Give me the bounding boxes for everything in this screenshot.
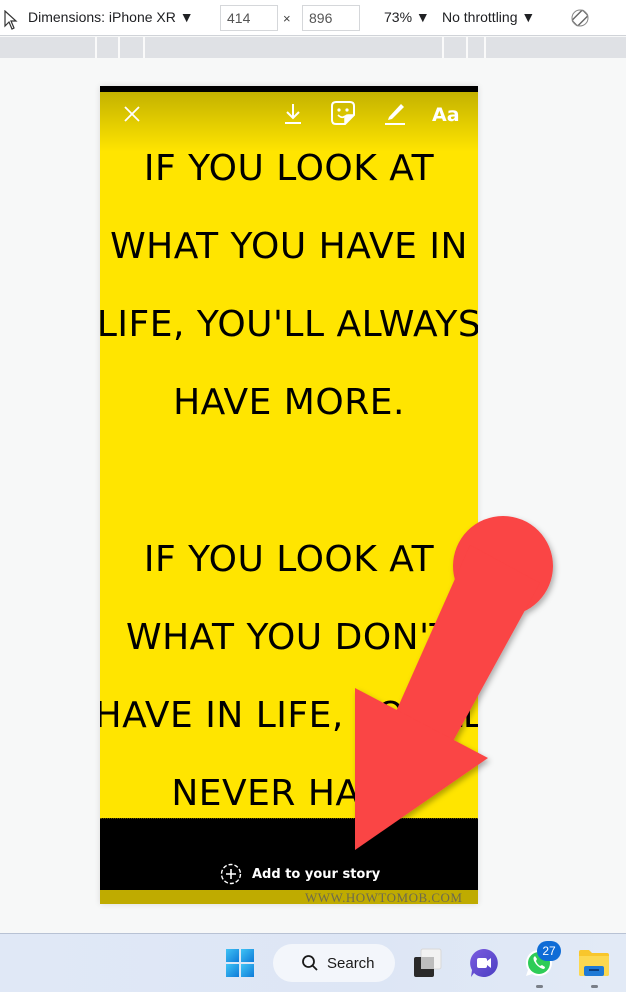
- video-chat-app-icon[interactable]: [468, 947, 500, 979]
- width-input[interactable]: [220, 5, 278, 31]
- dimensions-dropdown[interactable]: Dimensions: iPhone XR ▼: [28, 9, 194, 25]
- running-indicator: [591, 985, 598, 988]
- device-viewport: Aa IF YOU LOOK AT WHAT YOU HAVE IN LIFE,…: [100, 86, 478, 904]
- search-icon: [302, 955, 318, 971]
- taskbar-search[interactable]: Search: [273, 944, 395, 982]
- file-explorer-icon[interactable]: [578, 948, 610, 978]
- whatsapp-notification-badge: 27: [537, 941, 561, 961]
- quote-line: NEVER HAVE: [171, 773, 407, 814]
- throttling-dropdown[interactable]: No throttling ▼: [442, 9, 535, 25]
- add-to-story-label: Add to your story: [252, 866, 381, 882]
- running-indicator: [536, 985, 543, 988]
- windows-start-icon[interactable]: [225, 948, 255, 978]
- add-to-story-button[interactable]: Add to your story: [220, 863, 380, 885]
- task-view-icon[interactable]: [412, 947, 444, 979]
- download-icon[interactable]: [282, 102, 304, 126]
- quote-line: IF YOU LOOK AT: [143, 148, 435, 189]
- windows-taskbar: Search: [0, 933, 626, 992]
- quote-line: WHAT YOU DON'T: [126, 617, 452, 658]
- quote-line: WHAT YOU HAVE IN: [110, 226, 468, 267]
- devtools-device-toolbar: Dimensions: iPhone XR ▼ × 73% ▼ No throt…: [0, 0, 626, 36]
- quote-line: HAVE IN LIFE, YOU'LL: [100, 695, 478, 736]
- add-circle-icon: [220, 863, 242, 885]
- quote-line: IF YOU LOOK AT: [143, 539, 435, 580]
- zoom-dropdown[interactable]: 73% ▼: [384, 9, 430, 25]
- times-separator: ×: [283, 11, 291, 26]
- media-query-ruler: [0, 37, 626, 58]
- draw-icon[interactable]: [383, 100, 407, 126]
- text-tool-button[interactable]: Aa: [432, 104, 460, 126]
- quote-line: HAVE MORE.: [173, 382, 405, 423]
- watermark: WWW.HOWTOMOB.COM: [305, 890, 463, 904]
- story-tools-bar: Aa: [100, 92, 478, 136]
- story-bottom-bar: Add to your story: [100, 818, 478, 890]
- inspect-cursor-icon[interactable]: [4, 10, 18, 30]
- sticker-icon[interactable]: [330, 100, 356, 126]
- close-icon[interactable]: [122, 104, 142, 124]
- height-input[interactable]: [302, 5, 360, 31]
- search-label: Search: [327, 954, 375, 972]
- quote-line: LIFE, YOU'LL ALWAYS: [100, 304, 478, 345]
- rotate-icon[interactable]: [571, 9, 589, 27]
